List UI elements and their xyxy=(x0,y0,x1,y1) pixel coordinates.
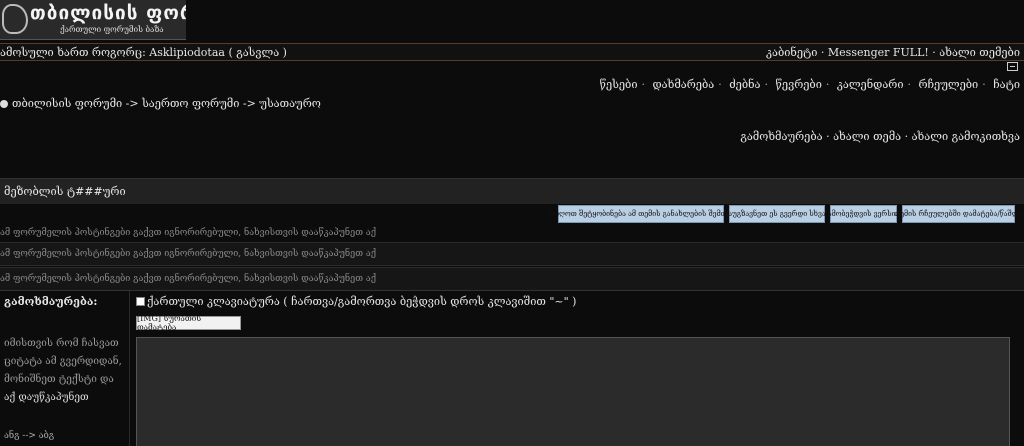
quote-hint-text: იმისთვის რომ ჩასვათ ციტატა ამ გვერდიდან,… xyxy=(4,338,122,385)
bullet-icon xyxy=(0,100,8,108)
reply-label: გამოხმაურება: xyxy=(4,295,98,308)
topic-actions[interactable]: გამოხმაურება · ახალი თემა · ახალი გამოკი… xyxy=(740,130,1020,143)
quote-hint: იმისთვის რომ ჩასვათ ციტატა ამ გვერდიდან,… xyxy=(4,335,128,407)
logo-subtitle: ქართული ფორუმის ბაზა xyxy=(60,25,164,34)
send-page-button[interactable]: გაუგზავნეთ ეს გვერდი სხვას xyxy=(724,205,830,223)
top-nav: წესები · დახმარება · ძებნა · წევრები · კალენ… xyxy=(599,78,1020,91)
breadcrumb[interactable]: თბილისის ფორუმი -> საერთო ფორუმი -> უსათ… xyxy=(0,97,321,110)
user-greeting[interactable]: ამოსული ხართ როგორც: Asklipiodotaa ( გას… xyxy=(0,46,287,59)
topic-header: მეზობლის ტ###ური xyxy=(0,178,1024,204)
keyboard-label: ქართული კლავიატურა ( ჩართვა/გამორთვა ბეჭ… xyxy=(147,295,577,308)
quote-hint-link[interactable]: აქ დაუწკაპუნეთ xyxy=(4,392,89,403)
reply-sidebar: გამოხმაურება: იმისთვის რომ ჩასვათ ციტატა… xyxy=(0,291,130,446)
topic-title: მეზობლის ტ###ური xyxy=(4,185,126,198)
nav-search[interactable]: ძებნა xyxy=(729,78,760,91)
ignored-post[interactable]: ამ ფორუმელის პოსტინგები გაქვთ იგნორირებუ… xyxy=(0,249,376,259)
ignored-post-band: ამ ფორუმელის პოსტინგები გაქვთ იგნორირებუ… xyxy=(0,242,1024,266)
ignored-post-band: ამ ფორუმელის პოსტინგები გაქვთ იგნორირებუ… xyxy=(0,267,1024,291)
nav-rules[interactable]: წესები xyxy=(600,78,638,91)
chat-icon[interactable] xyxy=(1007,62,1018,71)
map-icon xyxy=(2,4,28,34)
reply-form: გამოხმაურება: იმისთვის რომ ჩასვათ ციტატა… xyxy=(0,290,1024,446)
favorite-toggle-button[interactable]: თემის რჩეულებში დამატება/წაშლა xyxy=(894,205,1023,223)
layout-switch[interactable]: ანგ --> აბგ xyxy=(4,431,54,441)
nav-calendar[interactable]: კალენდარი xyxy=(837,78,904,91)
nav-help[interactable]: დახმარება xyxy=(652,78,714,91)
breadcrumb-text[interactable]: თბილისის ფორუმი -> საერთო ფორუმი -> უსათ… xyxy=(12,97,321,110)
nav-chat[interactable]: ჩატი xyxy=(993,78,1020,91)
nav-members[interactable]: წევრები xyxy=(776,78,822,91)
ignored-post[interactable]: ამ ფორუმელის პოსტინგები გაქვთ იგნორირებუ… xyxy=(0,274,376,284)
print-version-button[interactable]: ამობეჭდვის ვერსია xyxy=(828,205,899,223)
georgian-keyboard-checkbox[interactable] xyxy=(136,297,145,306)
add-image-button[interactable]: [IMG] სურათის დამატება xyxy=(136,314,241,332)
logo-title: თბილისის ფორუმი xyxy=(30,2,186,24)
user-bar: ამოსული ხართ როგორც: Asklipiodotaa ( გას… xyxy=(0,43,1024,61)
ignored-post[interactable]: ამ ფორუმელის პოსტინგები გაქვთ იგნორირებუ… xyxy=(0,228,1024,238)
forum-logo[interactable]: თბილისის ფორუმი ქართული ფორუმის ბაზა xyxy=(0,0,186,40)
subscribe-button[interactable]: მიიღოთ შეტყობინება ამ თემის განახლების შ… xyxy=(547,205,735,223)
user-links[interactable]: კაბინეტი · Messenger FULL! · ახალი თემებ… xyxy=(766,46,1020,59)
nav-favorites[interactable]: რჩეულები xyxy=(919,78,979,91)
keyboard-option[interactable]: ქართული კლავიატურა ( ჩართვა/გამორთვა ბეჭ… xyxy=(136,295,576,308)
reply-textarea[interactable] xyxy=(136,337,1010,446)
